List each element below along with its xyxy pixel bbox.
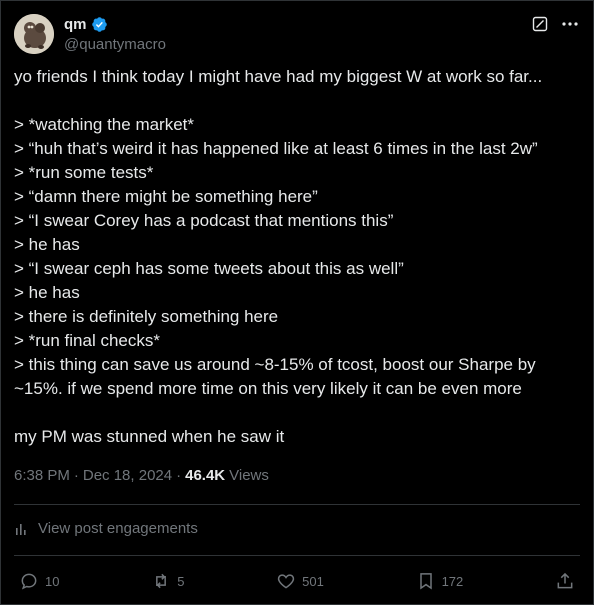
author-display-name[interactable]: qm [64, 16, 87, 33]
bookmark-icon [419, 573, 432, 590]
tweet-line: > *run final checks* [14, 331, 160, 350]
divider [14, 555, 580, 556]
bookmark-count: 172 [441, 573, 464, 589]
tweet-text: yo friends I think today I might have ha… [14, 65, 574, 449]
verified-badge-icon [91, 16, 108, 33]
repost-count: 5 [177, 573, 185, 589]
heart-icon [278, 574, 295, 589]
tweet-line: yo friends I think today I might have ha… [14, 67, 543, 86]
more-options-icon[interactable] [560, 14, 580, 34]
view-engagements-label: View post engagements [38, 520, 198, 537]
author-handle[interactable]: @quantymacro [64, 36, 166, 53]
meta-separator: · [73, 467, 79, 484]
tweet-line: > “I swear ceph has some tweets about th… [14, 259, 404, 278]
like-button[interactable]: 501 [276, 571, 324, 591]
tweet-line: > “I swear Corey has a podcast that ment… [14, 211, 394, 230]
post-time[interactable]: 6:38 PM [14, 467, 70, 484]
grok-icon[interactable] [530, 14, 550, 34]
reply-button[interactable]: 10 [19, 571, 59, 591]
post-date[interactable]: Dec 18, 2024 [83, 467, 172, 484]
share-icon [557, 572, 573, 589]
analytics-icon [16, 523, 26, 535]
tweet-line [14, 401, 574, 425]
avatar[interactable] [14, 14, 54, 54]
share-button[interactable] [555, 571, 575, 591]
tweet-line: > he has [14, 235, 80, 254]
tweet-line: > “damn there might be something here” [14, 187, 318, 206]
views-label: Views [229, 467, 269, 484]
repost-icon [156, 573, 167, 589]
header-actions [530, 14, 580, 34]
post-card: qm @quantymacro yo friends I think today… [0, 0, 594, 605]
bookmark-button[interactable]: 172 [416, 571, 464, 591]
divider [14, 504, 580, 505]
tweet-line: > this thing can save us around ~8-15% o… [14, 355, 536, 374]
tweet-line: > “huh that’s weird it has happened like… [14, 139, 538, 158]
view-engagements-link[interactable]: View post engagements [14, 520, 198, 537]
action-bar: 10 5 501 172 [19, 569, 575, 593]
like-count: 501 [302, 573, 324, 589]
tweet-line: > there is definitely something here [14, 307, 279, 326]
tweet-line [14, 89, 574, 113]
tweet-line: my PM was stunned when he saw it [14, 427, 285, 446]
tweet-line: > he has [14, 283, 80, 302]
views-count: 46.4K [185, 467, 226, 484]
meta-separator: · [176, 467, 182, 484]
post-header: qm @quantymacro [14, 14, 580, 54]
tweet-line: > *watching the market* [14, 115, 195, 134]
tweet-line: > *run some tests* [14, 163, 154, 182]
reply-count: 10 [45, 573, 60, 589]
author-info: qm @quantymacro [64, 15, 166, 53]
post-meta: 6:38 PM · Dec 18, 2024 · 46.4K Views [14, 467, 269, 484]
repost-button[interactable]: 5 [151, 571, 184, 591]
tweet-line: ~15%. if we spend more time on this very… [14, 379, 522, 398]
avatar-image [14, 14, 54, 54]
reply-icon [21, 573, 37, 590]
